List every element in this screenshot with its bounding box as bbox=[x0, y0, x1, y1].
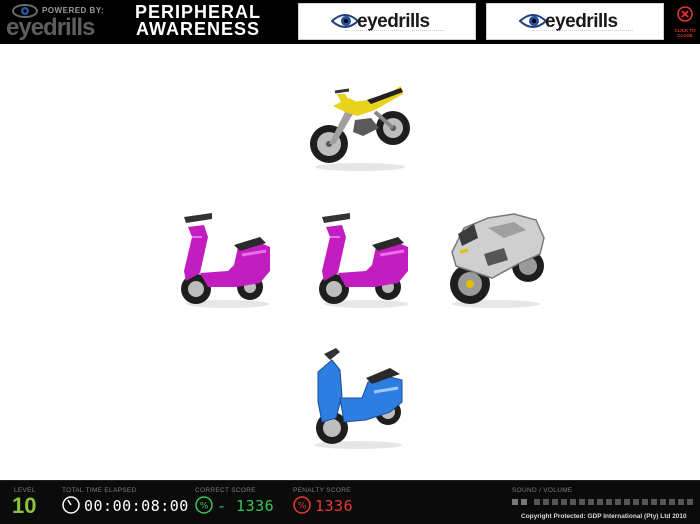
dirt-bike-yellow[interactable] bbox=[305, 72, 415, 172]
header-bar: POWERED BY: eyedrills PERIPHERAL AWARENE… bbox=[0, 0, 700, 44]
copyright-text: Copyright Protected: GDP International (… bbox=[521, 513, 687, 520]
close-label: CLICK TO CLOSE bbox=[674, 28, 696, 38]
scooter-blue[interactable] bbox=[306, 342, 410, 450]
sponsor-underline bbox=[345, 30, 445, 33]
svg-text:%: % bbox=[298, 502, 307, 512]
status-bar: LEVEL 10 TOTAL TIME ELAPSED 00:00:08:00 … bbox=[0, 480, 700, 524]
penalty-label: PENALTY SCORE bbox=[293, 487, 351, 494]
scooter-magenta-left[interactable] bbox=[178, 207, 276, 309]
sound-label: SOUND / VOLUME bbox=[512, 487, 573, 494]
sponsor-banner-2[interactable]: eyedrills bbox=[486, 3, 664, 40]
title-line-2: AWARENESS bbox=[135, 19, 261, 39]
sponsor-banner-1[interactable]: eyedrills bbox=[298, 3, 476, 40]
sponsor-underline bbox=[533, 30, 633, 33]
time-value: 00:00:08:00 bbox=[84, 497, 189, 515]
scooter-magenta-center[interactable] bbox=[316, 207, 414, 309]
powered-by-logo: POWERED BY: eyedrills bbox=[4, 2, 122, 42]
eye-icon bbox=[331, 14, 359, 28]
play-field bbox=[0, 44, 700, 480]
level-value: 10 bbox=[12, 493, 37, 518]
close-icon bbox=[677, 6, 693, 22]
correct-value: - 1336 bbox=[217, 497, 275, 515]
brand-name: eyedrills bbox=[6, 14, 95, 41]
sport-motorbike-silver[interactable] bbox=[444, 204, 550, 310]
clock-icon bbox=[62, 496, 80, 514]
percent-icon: % bbox=[293, 496, 311, 514]
svg-text:%: % bbox=[200, 502, 209, 512]
eye-icon bbox=[519, 14, 547, 28]
volume-slider[interactable] bbox=[512, 498, 698, 506]
close-button[interactable]: CLICK TO CLOSE bbox=[672, 4, 698, 42]
page-title: PERIPHERAL AWARENESS bbox=[128, 3, 268, 39]
penalty-value: 1336 bbox=[315, 497, 354, 515]
time-label: TOTAL TIME ELAPSED bbox=[62, 487, 137, 494]
percent-icon: % bbox=[195, 496, 213, 514]
correct-label: CORRECT SCORE bbox=[195, 487, 256, 494]
